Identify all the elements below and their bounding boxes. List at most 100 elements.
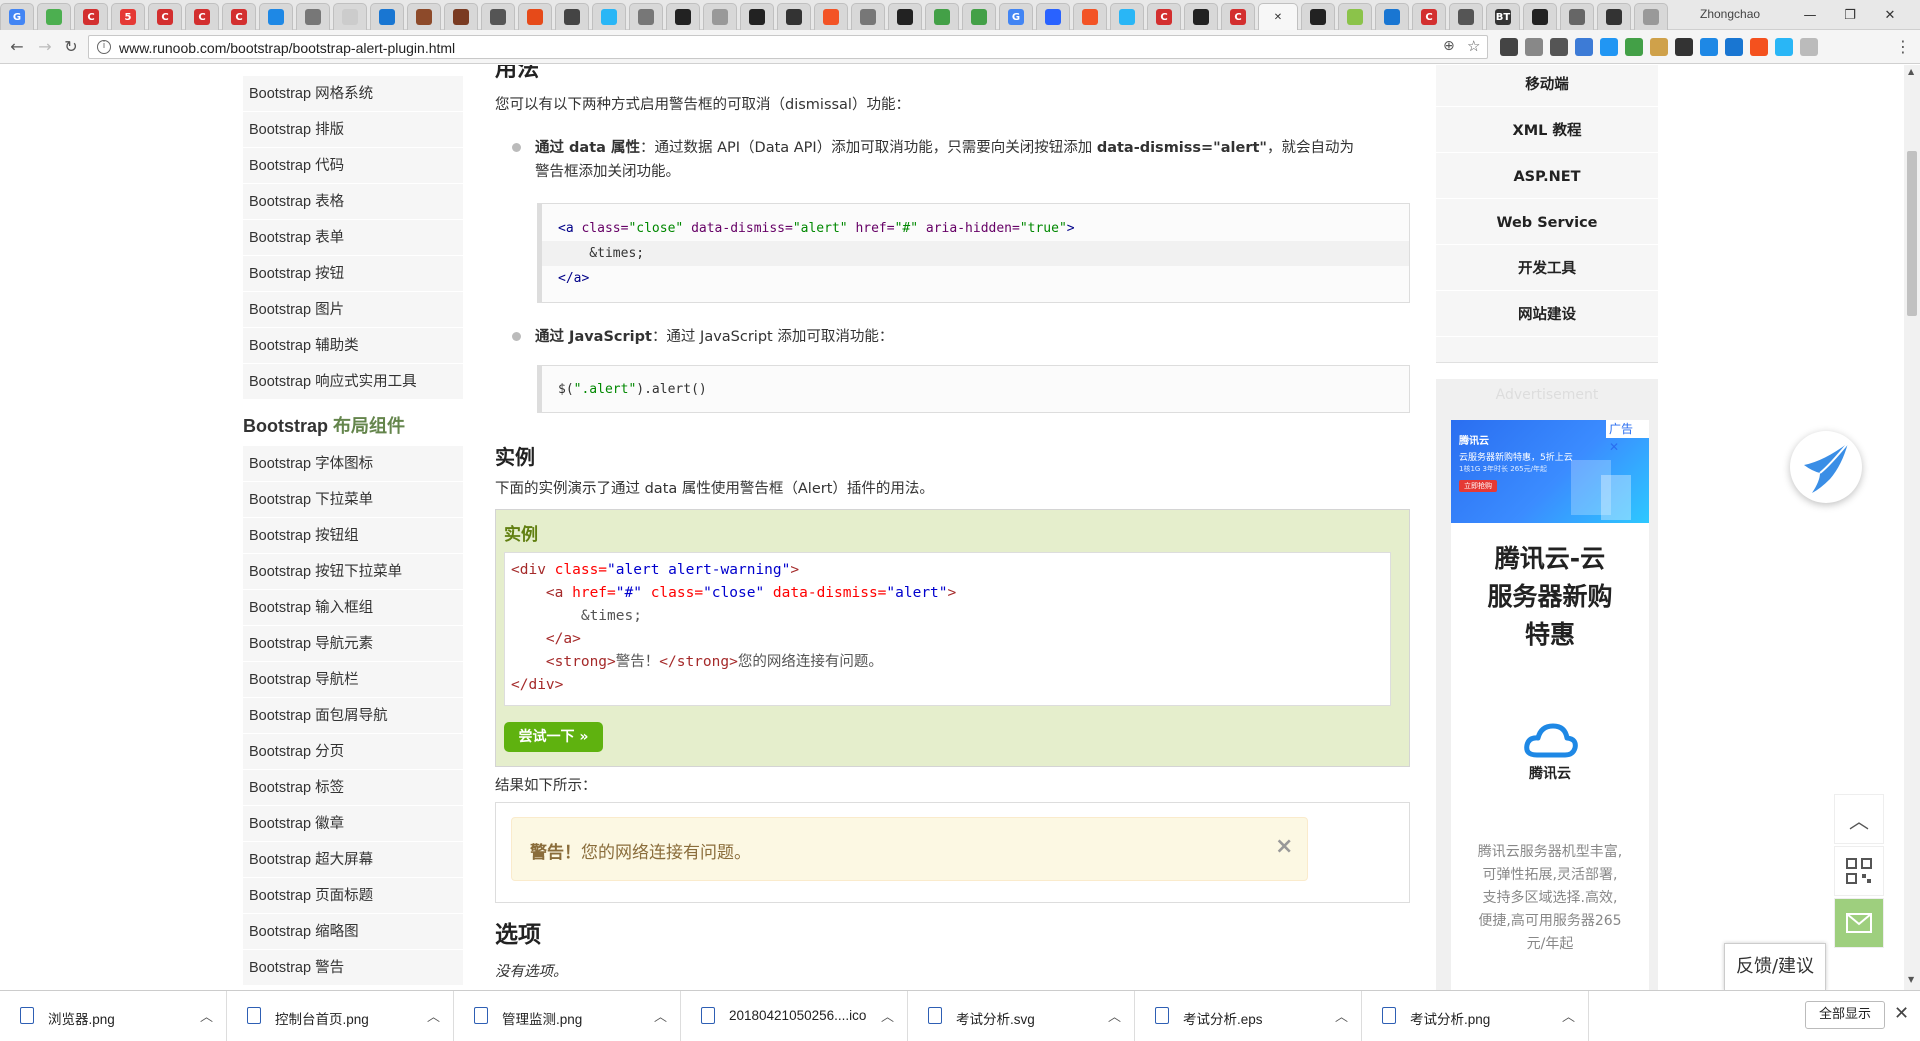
bookmark-star-icon[interactable]: ☆	[1467, 37, 1480, 55]
extension-icon[interactable]	[1750, 38, 1768, 56]
close-shelf-icon[interactable]: ✕	[1894, 1003, 1909, 1024]
browser-tab[interactable]	[962, 3, 996, 30]
right-nav-item[interactable]: ASP.NET	[1436, 155, 1658, 199]
browser-tab[interactable]	[1560, 3, 1594, 30]
browser-tab[interactable]	[740, 3, 774, 30]
extension-icon[interactable]	[1550, 38, 1568, 56]
feedback-button[interactable]: 反馈/建议	[1724, 943, 1826, 991]
reload-icon[interactable]: ↻	[60, 36, 82, 58]
sidebar-item[interactable]: Bootstrap 超大屏幕	[243, 842, 463, 878]
chevron-up-icon[interactable]: ︿	[881, 1006, 894, 1025]
browser-tab[interactable]	[555, 3, 589, 30]
browser-tab[interactable]	[1184, 3, 1218, 30]
browser-tab[interactable]	[851, 3, 885, 30]
alert-close-button[interactable]: ×	[1275, 834, 1293, 859]
sidebar-item[interactable]: Bootstrap 响应式实用工具	[243, 364, 463, 400]
right-nav-item[interactable]: 网站建设	[1436, 293, 1658, 337]
sidebar-item[interactable]: Bootstrap 排版	[243, 112, 463, 148]
info-icon[interactable]: i	[97, 40, 111, 54]
browser-tab[interactable]	[333, 3, 367, 30]
browser-tab[interactable]	[481, 3, 515, 30]
sidebar-item[interactable]: Bootstrap 面包屑导航	[243, 698, 463, 734]
browser-tab[interactable]: C	[74, 3, 108, 30]
sidebar-item[interactable]: Bootstrap 导航栏	[243, 662, 463, 698]
chevron-up-icon[interactable]: ︿	[1562, 1006, 1575, 1025]
browser-tab[interactable]	[703, 3, 737, 30]
extension-icon[interactable]	[1525, 38, 1543, 56]
maximize-button[interactable]: ❐	[1830, 4, 1870, 26]
browser-tab[interactable]	[1073, 3, 1107, 30]
sidebar-item[interactable]: Bootstrap 图片	[243, 292, 463, 328]
download-item[interactable]: 控制台首页.png ︿	[227, 991, 454, 1041]
browser-tab[interactable]: C	[222, 3, 256, 30]
menu-icon[interactable]: ⋮	[1895, 37, 1911, 56]
browser-tab[interactable]: C	[1147, 3, 1181, 30]
browser-tab[interactable]	[518, 3, 552, 30]
download-item[interactable]: 考试分析.svg ︿	[908, 991, 1135, 1041]
browser-tab[interactable]: BT	[1486, 3, 1520, 30]
browser-tab[interactable]	[1597, 3, 1631, 30]
browser-tab[interactable]	[1036, 3, 1070, 30]
sidebar-item[interactable]: Bootstrap 按钮组	[243, 518, 463, 554]
browser-tab[interactable]: ✕	[1258, 3, 1298, 30]
ad-banner[interactable]: 腾讯云 云服务器新购特惠，5折上云 1核1G 3年时长 265元/年起 立即抢购…	[1451, 420, 1649, 523]
sidebar-item[interactable]: Bootstrap 分页	[243, 734, 463, 770]
browser-tab[interactable]	[814, 3, 848, 30]
close-icon[interactable]: ✕	[1270, 9, 1286, 25]
minimize-button[interactable]: —	[1790, 4, 1830, 26]
extension-icon[interactable]	[1600, 38, 1618, 56]
sidebar-item[interactable]: Bootstrap 按钮下拉菜单	[243, 554, 463, 590]
browser-tab[interactable]: C	[1221, 3, 1255, 30]
right-nav-item[interactable]: 移动端	[1436, 65, 1658, 107]
browser-tab[interactable]: G	[999, 3, 1033, 30]
mail-icon[interactable]	[1834, 898, 1884, 948]
sidebar-item[interactable]: Bootstrap 输入框组	[243, 590, 463, 626]
sidebar-item[interactable]: Bootstrap 页面标题	[243, 878, 463, 914]
profile-name[interactable]: Zhongchao	[1700, 7, 1760, 21]
address-bar[interactable]: i www.runoob.com/bootstrap/bootstrap-ale…	[88, 35, 1488, 59]
download-item[interactable]: 20180421050256....ico ︿	[681, 991, 908, 1041]
browser-tab[interactable]: G	[0, 3, 34, 30]
sidebar-item[interactable]: Bootstrap 代码	[243, 148, 463, 184]
back-icon[interactable]: ←	[6, 36, 28, 58]
browser-tab[interactable]	[888, 3, 922, 30]
chevron-up-icon[interactable]: ︿	[654, 1006, 667, 1025]
ad-card[interactable]: 腾讯云 云服务器新购特惠，5折上云 1核1G 3年时长 265元/年起 立即抢购…	[1451, 420, 1649, 990]
download-item[interactable]: 浏览器.png ︿	[0, 991, 227, 1041]
extension-icon[interactable]	[1650, 38, 1668, 56]
sidebar-item[interactable]: Bootstrap 警告	[243, 950, 463, 986]
sidebar-item[interactable]: Bootstrap 标签	[243, 770, 463, 806]
browser-tab[interactable]	[444, 3, 478, 30]
vertical-scrollbar[interactable]: ▲ ▼	[1904, 65, 1920, 990]
browser-tab[interactable]	[259, 3, 293, 30]
qr-code-icon[interactable]	[1834, 846, 1884, 896]
browser-tab[interactable]	[1634, 3, 1668, 30]
browser-tab[interactable]	[1449, 3, 1483, 30]
extension-icon[interactable]	[1700, 38, 1718, 56]
try-it-button[interactable]: 尝试一下 »	[504, 722, 603, 752]
browser-tab[interactable]: 5	[111, 3, 145, 30]
browser-tab[interactable]	[777, 3, 811, 30]
extension-icon[interactable]	[1725, 38, 1743, 56]
browser-tab[interactable]	[1338, 3, 1372, 30]
sidebar-item[interactable]: Bootstrap 字体图标	[243, 446, 463, 482]
sidebar-item[interactable]: Bootstrap 表格	[243, 184, 463, 220]
browser-tab[interactable]: C	[185, 3, 219, 30]
extension-icon[interactable]	[1775, 38, 1793, 56]
browser-tab[interactable]	[1375, 3, 1409, 30]
browser-tab[interactable]: C	[148, 3, 182, 30]
sidebar-item[interactable]: Bootstrap 辅助类	[243, 328, 463, 364]
download-item[interactable]: 管理监测.png ︿	[454, 991, 681, 1041]
browser-tab[interactable]	[370, 3, 404, 30]
extension-icon[interactable]	[1675, 38, 1693, 56]
chevron-up-icon[interactable]: ︿	[1335, 1006, 1348, 1025]
sidebar-item[interactable]: Bootstrap 缩略图	[243, 914, 463, 950]
chevron-up-icon[interactable]: ︿	[427, 1006, 440, 1025]
browser-tab[interactable]	[37, 3, 71, 30]
browser-tab[interactable]	[407, 3, 441, 30]
zoom-icon[interactable]: ⊕	[1443, 38, 1455, 54]
browser-tab[interactable]	[666, 3, 700, 30]
example-code[interactable]: <div class="alert alert-warning"> <a hre…	[504, 552, 1391, 706]
forward-icon[interactable]: →	[34, 36, 56, 58]
browser-tab[interactable]	[296, 3, 330, 30]
